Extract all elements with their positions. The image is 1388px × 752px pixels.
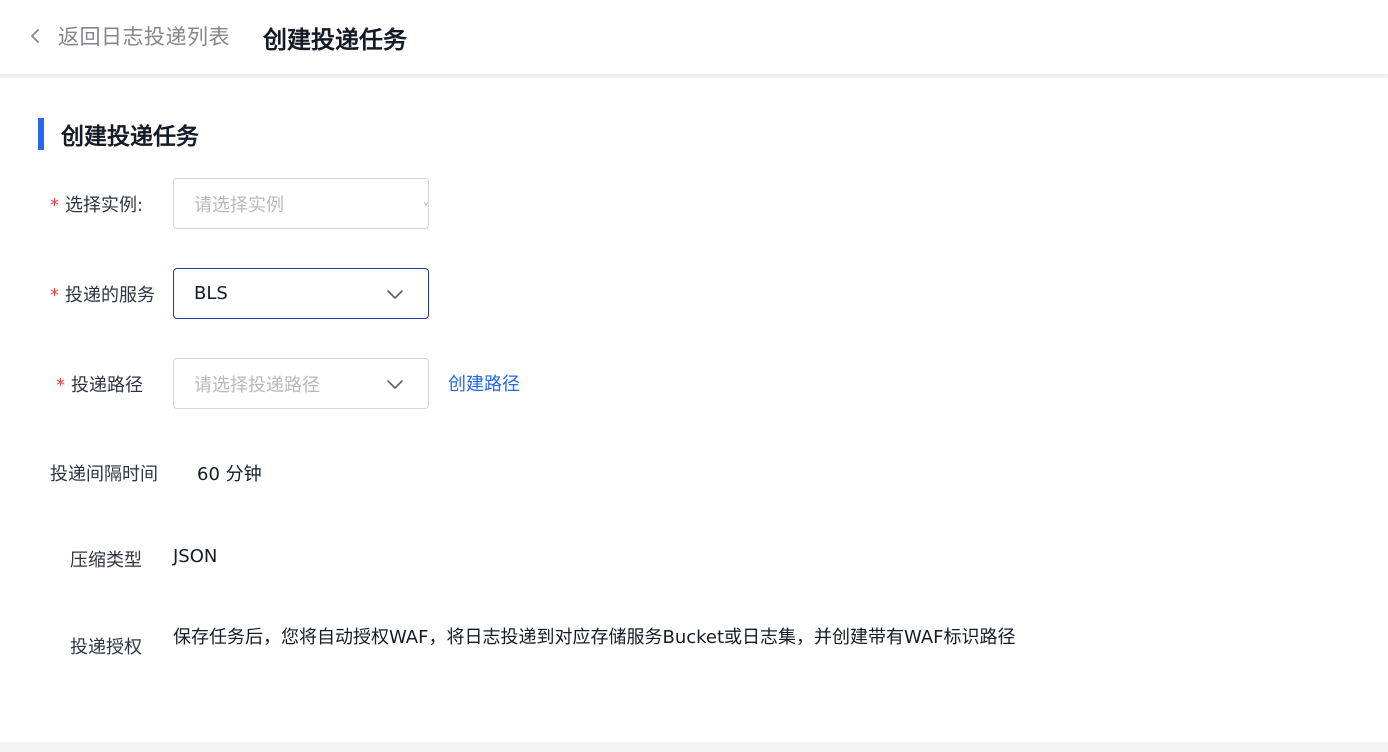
path-placeholder: 请选择投递路径: [194, 374, 320, 396]
create-path-link[interactable]: 创建路径: [448, 370, 520, 396]
chevron-down-icon: [387, 290, 403, 299]
required-mark: *: [50, 285, 59, 306]
service-label: * 投递的服务: [50, 281, 155, 307]
required-mark: *: [56, 375, 65, 396]
path-label: * 投递路径: [56, 371, 143, 397]
interval-value: 60 分钟: [197, 464, 262, 485]
compression-label: 压缩类型: [70, 550, 142, 571]
interval-label: 投递间隔时间: [50, 464, 158, 485]
auth-text: 保存任务后，您将自动授权WAF，将日志投递到对应存储服务Bucket或日志集，并…: [173, 627, 1016, 648]
bottom-strip: [0, 742, 1388, 752]
instance-placeholder: 请选择实例: [194, 194, 284, 216]
instance-select[interactable]: 请选择实例: [173, 178, 429, 229]
section-accent-bar: [38, 118, 44, 150]
chevron-down-icon: [387, 380, 403, 389]
top-bar: 返回日志投递列表 创建投递任务: [0, 0, 1388, 74]
required-mark: *: [50, 195, 59, 216]
back-link-label[interactable]: 返回日志投递列表: [58, 21, 230, 51]
instance-label: * 选择实例:: [50, 191, 143, 217]
service-label-text: 投递的服务: [65, 285, 155, 306]
path-select[interactable]: 请选择投递路径: [173, 358, 429, 409]
service-value: BLS: [194, 283, 228, 304]
back-to-list-link[interactable]: 返回日志投递列表: [28, 22, 230, 50]
section-header: 创建投递任务: [38, 117, 199, 151]
section-title: 创建投递任务: [61, 124, 199, 150]
back-arrow-icon[interactable]: [28, 28, 42, 44]
compression-value: JSON: [173, 546, 218, 567]
page-title: 创建投递任务: [263, 26, 407, 54]
path-label-text: 投递路径: [71, 375, 143, 396]
chevron-down-icon: [424, 201, 428, 206]
auth-label: 投递授权: [70, 637, 142, 658]
instance-label-text: 选择实例:: [65, 195, 144, 216]
form-panel: 创建投递任务 * 选择实例: 请选择实例 * 投递的服务 BLS * 投递路径 请选择…: [0, 78, 1388, 742]
service-select[interactable]: BLS: [173, 268, 429, 319]
